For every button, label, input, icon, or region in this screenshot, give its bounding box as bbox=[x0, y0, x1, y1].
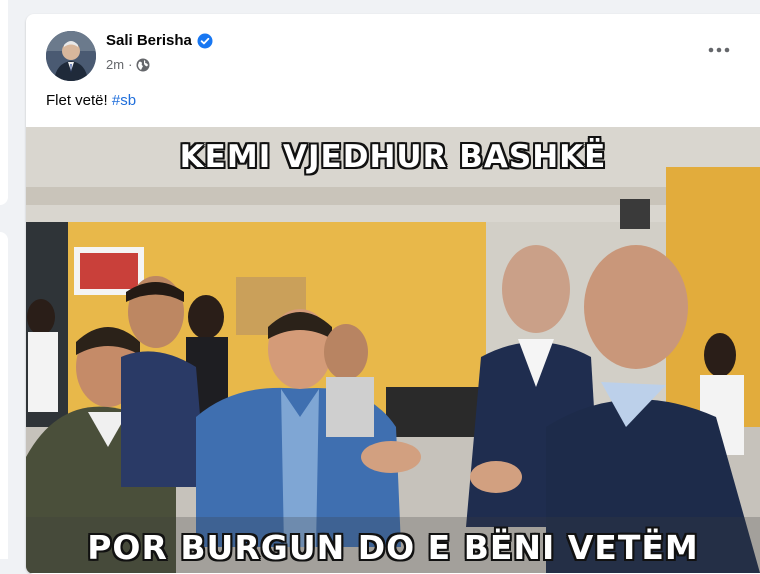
more-horizontal-icon bbox=[708, 47, 730, 53]
post-image[interactable]: KEMI VJEDHUR BASHKË POR BURGUN DO E BËNI… bbox=[26, 127, 760, 573]
meme-photo bbox=[26, 127, 760, 573]
post-meta: 2m · bbox=[106, 57, 150, 72]
feed-post: Sali Berisha 2m · Flet vetë! #sb KEMI VJ… bbox=[26, 14, 760, 574]
verified-badge-icon bbox=[197, 33, 213, 49]
left-column-card bbox=[0, 0, 8, 205]
post-text: Flet vetë! #sb bbox=[46, 92, 136, 109]
globe-icon bbox=[136, 58, 150, 72]
more-options-button[interactable] bbox=[701, 38, 737, 62]
avatar-photo bbox=[46, 31, 96, 81]
meme-caption-top: KEMI VJEDHUR BASHKË bbox=[179, 139, 607, 175]
post-message: Flet vetë! bbox=[46, 92, 108, 109]
hashtag-link[interactable]: #sb bbox=[112, 92, 136, 109]
left-column-card-lower bbox=[0, 232, 8, 559]
author-avatar[interactable] bbox=[46, 31, 96, 81]
post-author-row: Sali Berisha bbox=[106, 32, 213, 49]
post-timestamp[interactable]: 2m bbox=[106, 57, 124, 72]
meta-separator: · bbox=[128, 57, 133, 72]
meme-caption-bottom: POR BURGUN DO E BËNI VETËM bbox=[87, 528, 699, 567]
author-name[interactable]: Sali Berisha bbox=[106, 32, 192, 49]
